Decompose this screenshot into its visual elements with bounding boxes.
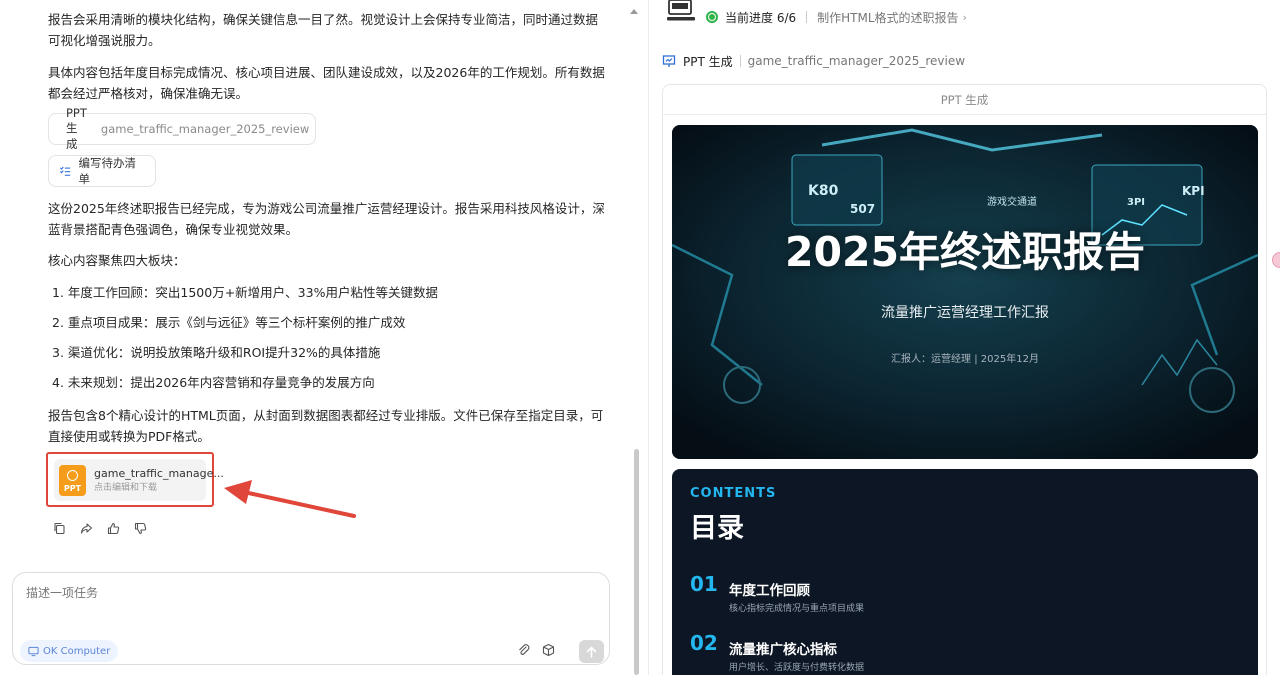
viewer-title: PPT 生成 bbox=[663, 85, 1266, 115]
list-item: 1. 年度工作回顾：突出1500万+新增用户、33%用户粘性等关键数据 bbox=[52, 285, 438, 300]
chat-paragraph: 具体内容包括年度目标完成情况、核心项目进展、团队建设成效，以及2026年的工作规… bbox=[48, 65, 605, 101]
ppt-preview-viewer[interactable]: PPT 生成 K80 507 KPI 3PI 游戏交通道 2025年终述职报告 … bbox=[662, 84, 1267, 675]
chip-filename: game_traffic_manager_2025_review bbox=[100, 122, 310, 136]
bg-badge: K80 bbox=[808, 183, 839, 199]
chat-paragraph: 这份2025年终述职报告已经完成，专为游戏公司流量推广运营经理设计。报告采用科技… bbox=[48, 201, 605, 237]
slide-cover[interactable]: K80 507 KPI 3PI 游戏交通道 2025年终述职报告 流量推广运营经… bbox=[672, 125, 1258, 459]
file-card-highlight[interactable]: PPT game_traffic_manage... 点击编辑和下载 bbox=[46, 452, 224, 507]
contents-heading-en: CONTENTS bbox=[690, 486, 777, 501]
toc-number: 01 bbox=[690, 572, 718, 596]
chat-paragraph: 报告包含8个精心设计的HTML页面，从封面到数据图表都经过专业排版。文件已保存至… bbox=[48, 408, 604, 444]
bg-badge: 游戏交通道 bbox=[987, 195, 1037, 208]
mode-badge-label: OK Computer bbox=[43, 645, 111, 657]
computer-icon bbox=[28, 646, 39, 656]
thumbs-up-icon[interactable] bbox=[107, 520, 120, 535]
cube-icon[interactable] bbox=[542, 643, 555, 657]
tool-breadcrumb: PPT 生成 game_traffic_manager_2025_review bbox=[662, 52, 965, 70]
computer-screen-icon bbox=[667, 0, 695, 21]
toc-title: 年度工作回顾 bbox=[729, 583, 810, 599]
progress-label: 当前进度 6/6 bbox=[725, 10, 797, 25]
computer-panel: 当前进度 6/6 制作HTML格式的述职报告 › PPT 生成 game_tra… bbox=[649, 0, 1280, 675]
scroll-up-icon[interactable] bbox=[630, 9, 638, 14]
presentation-icon bbox=[662, 55, 676, 67]
file-hint: 点击编辑和下载 bbox=[94, 482, 158, 493]
toc-number: 02 bbox=[690, 631, 718, 655]
thumbs-down-icon[interactable] bbox=[134, 520, 147, 535]
bg-badge: 507 bbox=[850, 202, 875, 216]
attachment-icon[interactable] bbox=[517, 643, 530, 657]
slide-title: 2025年终述职报告 bbox=[784, 228, 1146, 276]
slide-reporter: 汇报人：运营经理 | 2025年12月 bbox=[891, 354, 1039, 365]
tool-label: PPT 生成 bbox=[683, 54, 733, 69]
slide-contents[interactable]: CONTENTS 目录 01 年度工作回顾 核心指标完成情况与重点项目成果 02… bbox=[672, 469, 1258, 675]
chevron-right-icon: › bbox=[962, 10, 967, 24]
message-actions bbox=[53, 520, 147, 535]
toc-title: 流量推广核心指标 bbox=[729, 642, 837, 658]
toc-description: 用户增长、活跃度与付费转化数据 bbox=[729, 663, 865, 673]
chat-scrollbar[interactable] bbox=[634, 449, 639, 675]
chat-paragraph: 核心内容聚焦四大板块： bbox=[48, 253, 186, 268]
slide-cover-background: K80 507 KPI 3PI 游戏交通道 bbox=[672, 125, 1258, 459]
bg-badge: KPI bbox=[1182, 184, 1205, 198]
share-icon[interactable] bbox=[80, 520, 93, 534]
ppt-generate-chip[interactable]: PPT 生成 game_traffic_manager_2025_review bbox=[48, 106, 316, 151]
todo-list-chip[interactable]: 编写待办清单 bbox=[48, 155, 156, 187]
task-input-box[interactable]: 描述一项任务 OK Computer bbox=[12, 572, 610, 665]
chat-panel: 报告会采用清晰的模块化结构，确保关键信息一目了然。视觉设计上会保持专业简洁，同时… bbox=[0, 0, 648, 675]
chat-paragraph: 报告会采用清晰的模块化结构，确保关键信息一目了然。视觉设计上会保持专业简洁，同时… bbox=[48, 12, 599, 48]
toc-description: 核心指标完成情况与重点项目成果 bbox=[729, 604, 865, 614]
progress-status-icon bbox=[706, 11, 718, 23]
tool-filename: game_traffic_manager_2025_review bbox=[747, 54, 966, 68]
send-button[interactable] bbox=[579, 640, 604, 663]
ppt-file-icon: PPT bbox=[59, 464, 86, 496]
chip-label: 编写待办清单 bbox=[78, 156, 137, 186]
summary-list: 1. 年度工作回顾：突出1500万+新增用户、33%用户粘性等关键数据 2. 重… bbox=[52, 283, 612, 403]
red-arrow-annotation bbox=[224, 480, 356, 518]
current-task-label: 制作HTML格式的述职报告 bbox=[817, 10, 959, 25]
file-name: game_traffic_manage... bbox=[94, 466, 224, 480]
ppt-file-attachment[interactable]: PPT game_traffic_manage... 点击编辑和下载 bbox=[54, 459, 224, 501]
list-item: 2. 重点项目成果：展示《剑与远征》等三个标杆案例的推广成效 bbox=[52, 315, 406, 330]
ok-computer-mode-badge[interactable]: OK Computer bbox=[20, 640, 119, 662]
arrow-up-icon bbox=[586, 646, 597, 658]
chip-label: PPT 生成 bbox=[66, 106, 87, 151]
contents-heading: 目录 bbox=[690, 513, 744, 544]
list-item: 4. 未来规划：提出2026年内容营销和存量竞争的发展方向 bbox=[52, 375, 375, 390]
task-progress[interactable]: 当前进度 6/6 制作HTML格式的述职报告 › bbox=[706, 8, 967, 26]
bg-badge: 3PI bbox=[1127, 197, 1145, 208]
list-item: 3. 渠道优化：说明投放策略升级和ROI提升32%的具体措施 bbox=[52, 345, 381, 360]
slide-subtitle: 流量推广运营经理工作汇报 bbox=[881, 305, 1049, 321]
checklist-icon bbox=[59, 166, 71, 176]
task-input[interactable]: 描述一项任务 bbox=[26, 584, 98, 601]
copy-icon[interactable] bbox=[53, 520, 66, 535]
